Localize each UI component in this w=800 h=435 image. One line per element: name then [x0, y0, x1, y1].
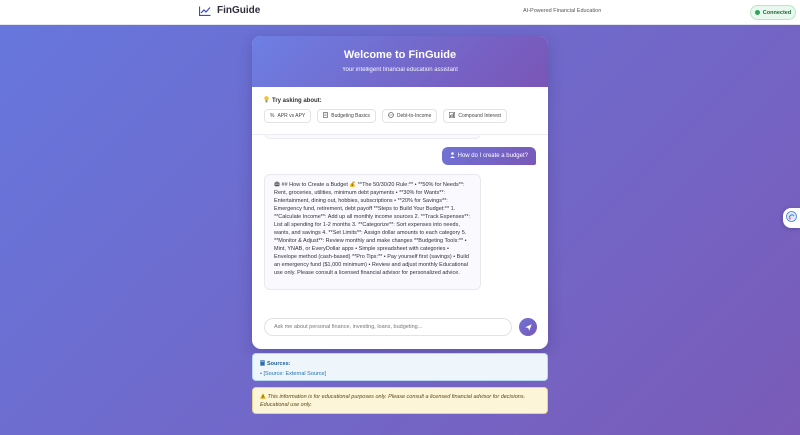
status-dot-icon: [754, 10, 760, 15]
previous-message-edge: [264, 135, 481, 139]
disclaimer-text: This information is for educational purp…: [260, 394, 526, 408]
chart-icon: [449, 112, 456, 120]
sources-heading: Sources:: [260, 360, 540, 368]
user-icon: [449, 152, 455, 160]
sources-panel: Sources: • [Source: External Source]: [252, 353, 548, 381]
welcome-title: Welcome to FinGuide: [343, 49, 457, 61]
book-icon: [260, 360, 265, 368]
chip-debt-to-income[interactable]: Debt-to-Income: [381, 109, 438, 123]
assistant-message-text: ## How to Create a Budget 💰 **The 50/30/…: [274, 182, 471, 276]
composer: [264, 317, 537, 337]
brand[interactable]: FinGuide: [199, 5, 260, 16]
bot-icon: [274, 181, 282, 188]
chat-input[interactable]: [264, 318, 512, 336]
lightbulb-icon: [264, 96, 269, 105]
chip-compound-interest[interactable]: Compound Interest: [443, 109, 507, 123]
send-icon: [524, 318, 532, 336]
suggestions-section: Try asking about: % APR vs APY Budgeting…: [252, 87, 548, 123]
suggestion-chips: % APR vs APY Budgeting Basics Debt-to-In…: [264, 109, 507, 123]
status-label: Connected: [762, 9, 792, 16]
user-message: How do I create a budget?: [441, 147, 536, 165]
chip-label: Budgeting Basics: [331, 113, 370, 119]
user-message-text: How do I create a budget?: [457, 153, 528, 159]
disclaimer-panel: This information is for educational purp…: [252, 387, 548, 414]
chart-line-icon: [199, 6, 211, 16]
document-icon: [323, 112, 329, 120]
percent-icon: %: [270, 113, 275, 119]
top-bar: FinGuide AI-Powered Financial Education …: [0, 0, 800, 25]
send-button[interactable]: [519, 318, 537, 336]
welcome-subtitle: Your intelligent financial education ass…: [342, 67, 458, 73]
assistant-message: ## How to Create a Budget 💰 **The 50/30/…: [264, 174, 481, 290]
chip-budgeting-basics[interactable]: Budgeting Basics: [317, 109, 376, 123]
welcome-header: Welcome to FinGuide Your intelligent fin…: [252, 36, 548, 87]
chip-label: Debt-to-Income: [396, 113, 432, 119]
tagline: AI-Powered Financial Education: [523, 8, 602, 14]
chat-card: Welcome to FinGuide Your intelligent fin…: [252, 36, 548, 349]
assistant-launcher-button[interactable]: [783, 208, 800, 228]
source-link[interactable]: • [Source: External Source]: [260, 371, 540, 377]
chip-label: Compound Interest: [458, 113, 501, 119]
chip-label: APR vs APY: [277, 113, 306, 119]
assistant-launcher-icon: [786, 209, 797, 227]
chip-apr-vs-apy[interactable]: % APR vs APY: [264, 109, 312, 123]
suggestions-label: Try asking about:: [272, 97, 322, 104]
warning-icon: [260, 393, 268, 400]
suggestions-heading: Try asking about:: [264, 96, 536, 105]
connection-status-badge: Connected: [750, 5, 796, 20]
brand-name: FinGuide: [217, 5, 261, 16]
scale-icon: [388, 112, 394, 120]
chat-messages[interactable]: How do I create a budget? ## How to Crea…: [252, 134, 548, 302]
sources-title: Sources:: [267, 361, 291, 367]
